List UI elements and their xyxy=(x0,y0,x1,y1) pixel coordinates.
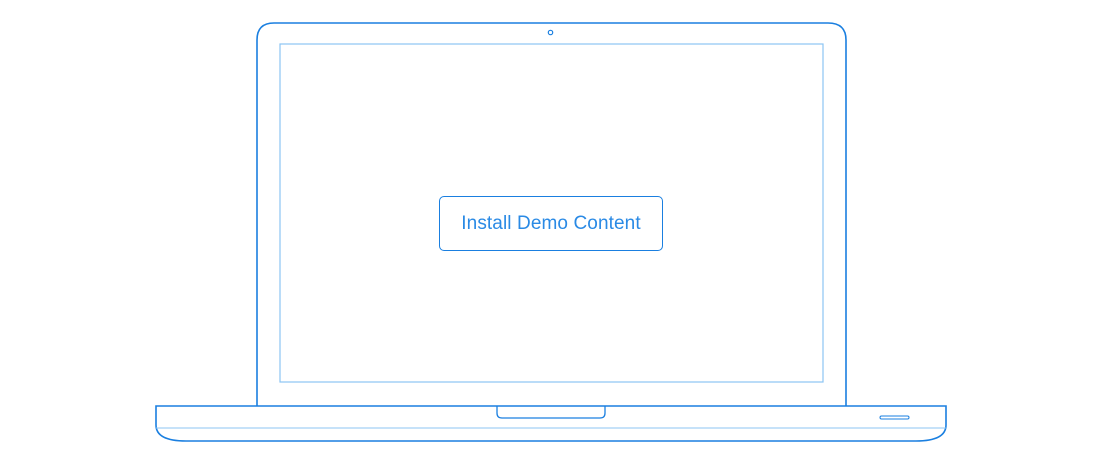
demo-install-stage: Install Demo Content xyxy=(0,0,1100,465)
lid-opening-notch xyxy=(496,406,606,419)
webcam-icon xyxy=(547,29,554,36)
laptop-base xyxy=(155,405,947,442)
install-demo-content-button[interactable]: Install Demo Content xyxy=(439,196,663,251)
indicator-light xyxy=(879,415,910,420)
